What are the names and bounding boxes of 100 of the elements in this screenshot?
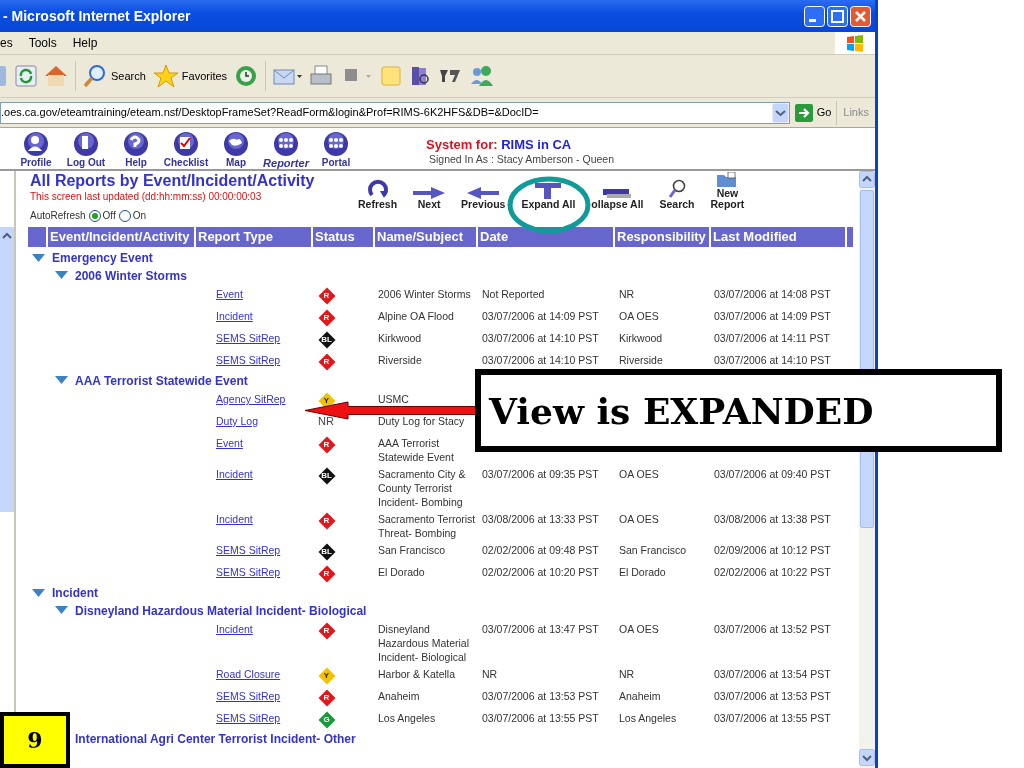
folder-icon (716, 172, 739, 188)
column-header[interactable]: Responsibility (615, 227, 709, 247)
book-icon[interactable] (409, 65, 432, 87)
table-cell: AAA Terrorist Statewide Event (378, 437, 454, 463)
report-link[interactable]: SEMS SitRep (216, 712, 281, 724)
report-link[interactable]: Incident (216, 623, 253, 635)
expand-toggle[interactable] (55, 606, 68, 615)
column-header[interactable]: Event/Incident/Activity (48, 227, 194, 247)
collapse-icon (603, 189, 632, 199)
expand-toggle[interactable] (32, 253, 45, 263)
close-icon[interactable] (850, 5, 871, 27)
history-icon[interactable] (234, 64, 259, 88)
table-cell: 03/08/2006 at 13:38 PST (714, 513, 831, 525)
nav-button[interactable]: Portal (311, 131, 361, 169)
table-cell: 03/07/2006 at 14:09 PST (714, 310, 831, 322)
table-cell: Sacramento Terrorist Threat- Bombing (378, 513, 476, 539)
group-label[interactable]: Incident (52, 584, 98, 602)
report-link[interactable]: SEMS SitRep (216, 690, 281, 702)
search-button[interactable]: Search (83, 64, 146, 88)
report-link[interactable]: SEMS SitRep (216, 566, 281, 578)
nav-button[interactable]: Reporter (261, 131, 311, 169)
toolbar-button[interactable]: Refresh (358, 172, 398, 210)
toolbar-button[interactable]: ollapse All (591, 172, 644, 210)
expand-toggle[interactable] (55, 271, 68, 280)
expand-toggle[interactable] (32, 588, 45, 598)
printer-icon[interactable] (310, 65, 333, 87)
callout-box: View is EXPANDED (475, 369, 1002, 452)
report-link[interactable]: Event (216, 288, 243, 300)
group-label[interactable]: Disneyland Hazardous Material Incident- Biological (75, 601, 367, 620)
header-cell (847, 227, 853, 247)
nav-button[interactable]: Help (111, 131, 161, 169)
maximize-icon[interactable] (827, 5, 848, 27)
nav-button[interactable]: Profile (11, 131, 61, 169)
menu-item[interactable]: es (0, 34, 13, 52)
home-icon[interactable] (44, 65, 68, 87)
column-header[interactable]: Name/Subject (375, 227, 476, 247)
group-label[interactable]: Emergency Event (52, 249, 153, 267)
address-field[interactable]: .oes.ca.gov/eteamtraining/eteam.nsf/DesktopFrameSet?ReadForm&login&Prof=RIMS-6K2HFS&DB=&DocID= (0, 101, 790, 124)
report-link[interactable]: Duty Log (216, 415, 259, 427)
toolbar-button[interactable]: Expand All (521, 172, 576, 210)
table-cell: OA OES (619, 468, 659, 480)
dropdown-icon[interactable] (771, 102, 789, 123)
column-header[interactable]: Last Modified (711, 227, 845, 247)
report-link[interactable]: Event (216, 437, 243, 449)
menu-item[interactable]: Tools (28, 34, 57, 52)
nav-button[interactable]: Map (211, 131, 261, 169)
menu-item[interactable]: Help (72, 34, 98, 52)
favorites-button[interactable]: Favorites (152, 64, 228, 88)
table-cell: 02/02/2006 at 10:20 PST (482, 566, 599, 578)
people-icon[interactable] (469, 64, 496, 88)
checklist-icon[interactable] (173, 131, 199, 157)
report-link[interactable]: SEMS SitRep (216, 354, 281, 366)
table-cell: Disneyland Hazardous Material Incident- Biological (378, 623, 470, 663)
toolbar-button[interactable]: Next (413, 172, 446, 210)
dots-icon[interactable] (273, 131, 299, 157)
toolbar-button[interactable]: Previous (461, 172, 506, 210)
group-label[interactable]: International Agri Center Terrorist Incident- Other (75, 729, 356, 748)
header-cell (28, 227, 46, 247)
table-cell: Los Angeles (378, 712, 436, 724)
person-icon[interactable] (23, 131, 49, 157)
minimize-icon[interactable] (804, 5, 825, 27)
table-cell: El Dorado (378, 566, 425, 578)
report-link[interactable]: Incident (216, 468, 253, 480)
report-link[interactable]: Road Closure (216, 668, 281, 680)
go-button[interactable]: Go (789, 103, 837, 122)
toolbar-button[interactable]: New Report (710, 172, 745, 210)
table-cell: Anaheim (619, 690, 661, 702)
report-link[interactable]: SEMS SitRep (216, 544, 281, 556)
scrollbar[interactable] (0, 227, 14, 512)
toolbar-button[interactable]: Search (659, 172, 695, 210)
column-header[interactable]: Status (313, 227, 373, 247)
group-label[interactable]: AAA Terrorist Statewide Event (75, 371, 248, 390)
door-icon[interactable] (73, 131, 99, 157)
globe-icon[interactable] (223, 131, 249, 157)
report-link[interactable]: SEMS SitRep (216, 332, 281, 344)
scroll-down-icon[interactable] (859, 749, 875, 766)
nav-button[interactable]: Checklist (161, 131, 211, 169)
table-cell: 02/02/2006 at 09:48 PST (482, 544, 599, 556)
nav-button[interactable]: Log Out (61, 131, 111, 169)
report-link[interactable]: Agency SitRep (216, 393, 286, 405)
table-cell: 03/07/2006 at 13:52 PST (714, 623, 831, 635)
scroll-up-icon[interactable] (859, 171, 875, 188)
radio-option[interactable]: On (118, 208, 147, 223)
auto-refresh-label: AutoRefresh (30, 209, 86, 223)
table-cell: Riverside (619, 354, 663, 366)
radio-option[interactable]: Off (88, 208, 116, 223)
column-header[interactable]: Date (478, 227, 613, 247)
dots-icon[interactable] (323, 131, 349, 157)
table-cell: 03/07/2006 at 13:53 PST (714, 690, 831, 702)
report-link[interactable]: Incident (216, 513, 253, 525)
refresh-icon[interactable] (15, 65, 37, 87)
star-icon (152, 64, 179, 88)
help-icon[interactable] (123, 131, 149, 157)
table-cell: San Francisco (378, 544, 446, 556)
column-header[interactable]: Report Type (196, 227, 311, 247)
table-cell: 03/07/2006 at 14:11 PST (714, 332, 830, 344)
report-link[interactable]: Incident (216, 310, 253, 322)
expand-toggle[interactable] (55, 376, 68, 385)
group-label[interactable]: 2006 Winter Storms (75, 266, 187, 285)
table-cell: 03/07/2006 at 14:08 PST (714, 288, 831, 300)
